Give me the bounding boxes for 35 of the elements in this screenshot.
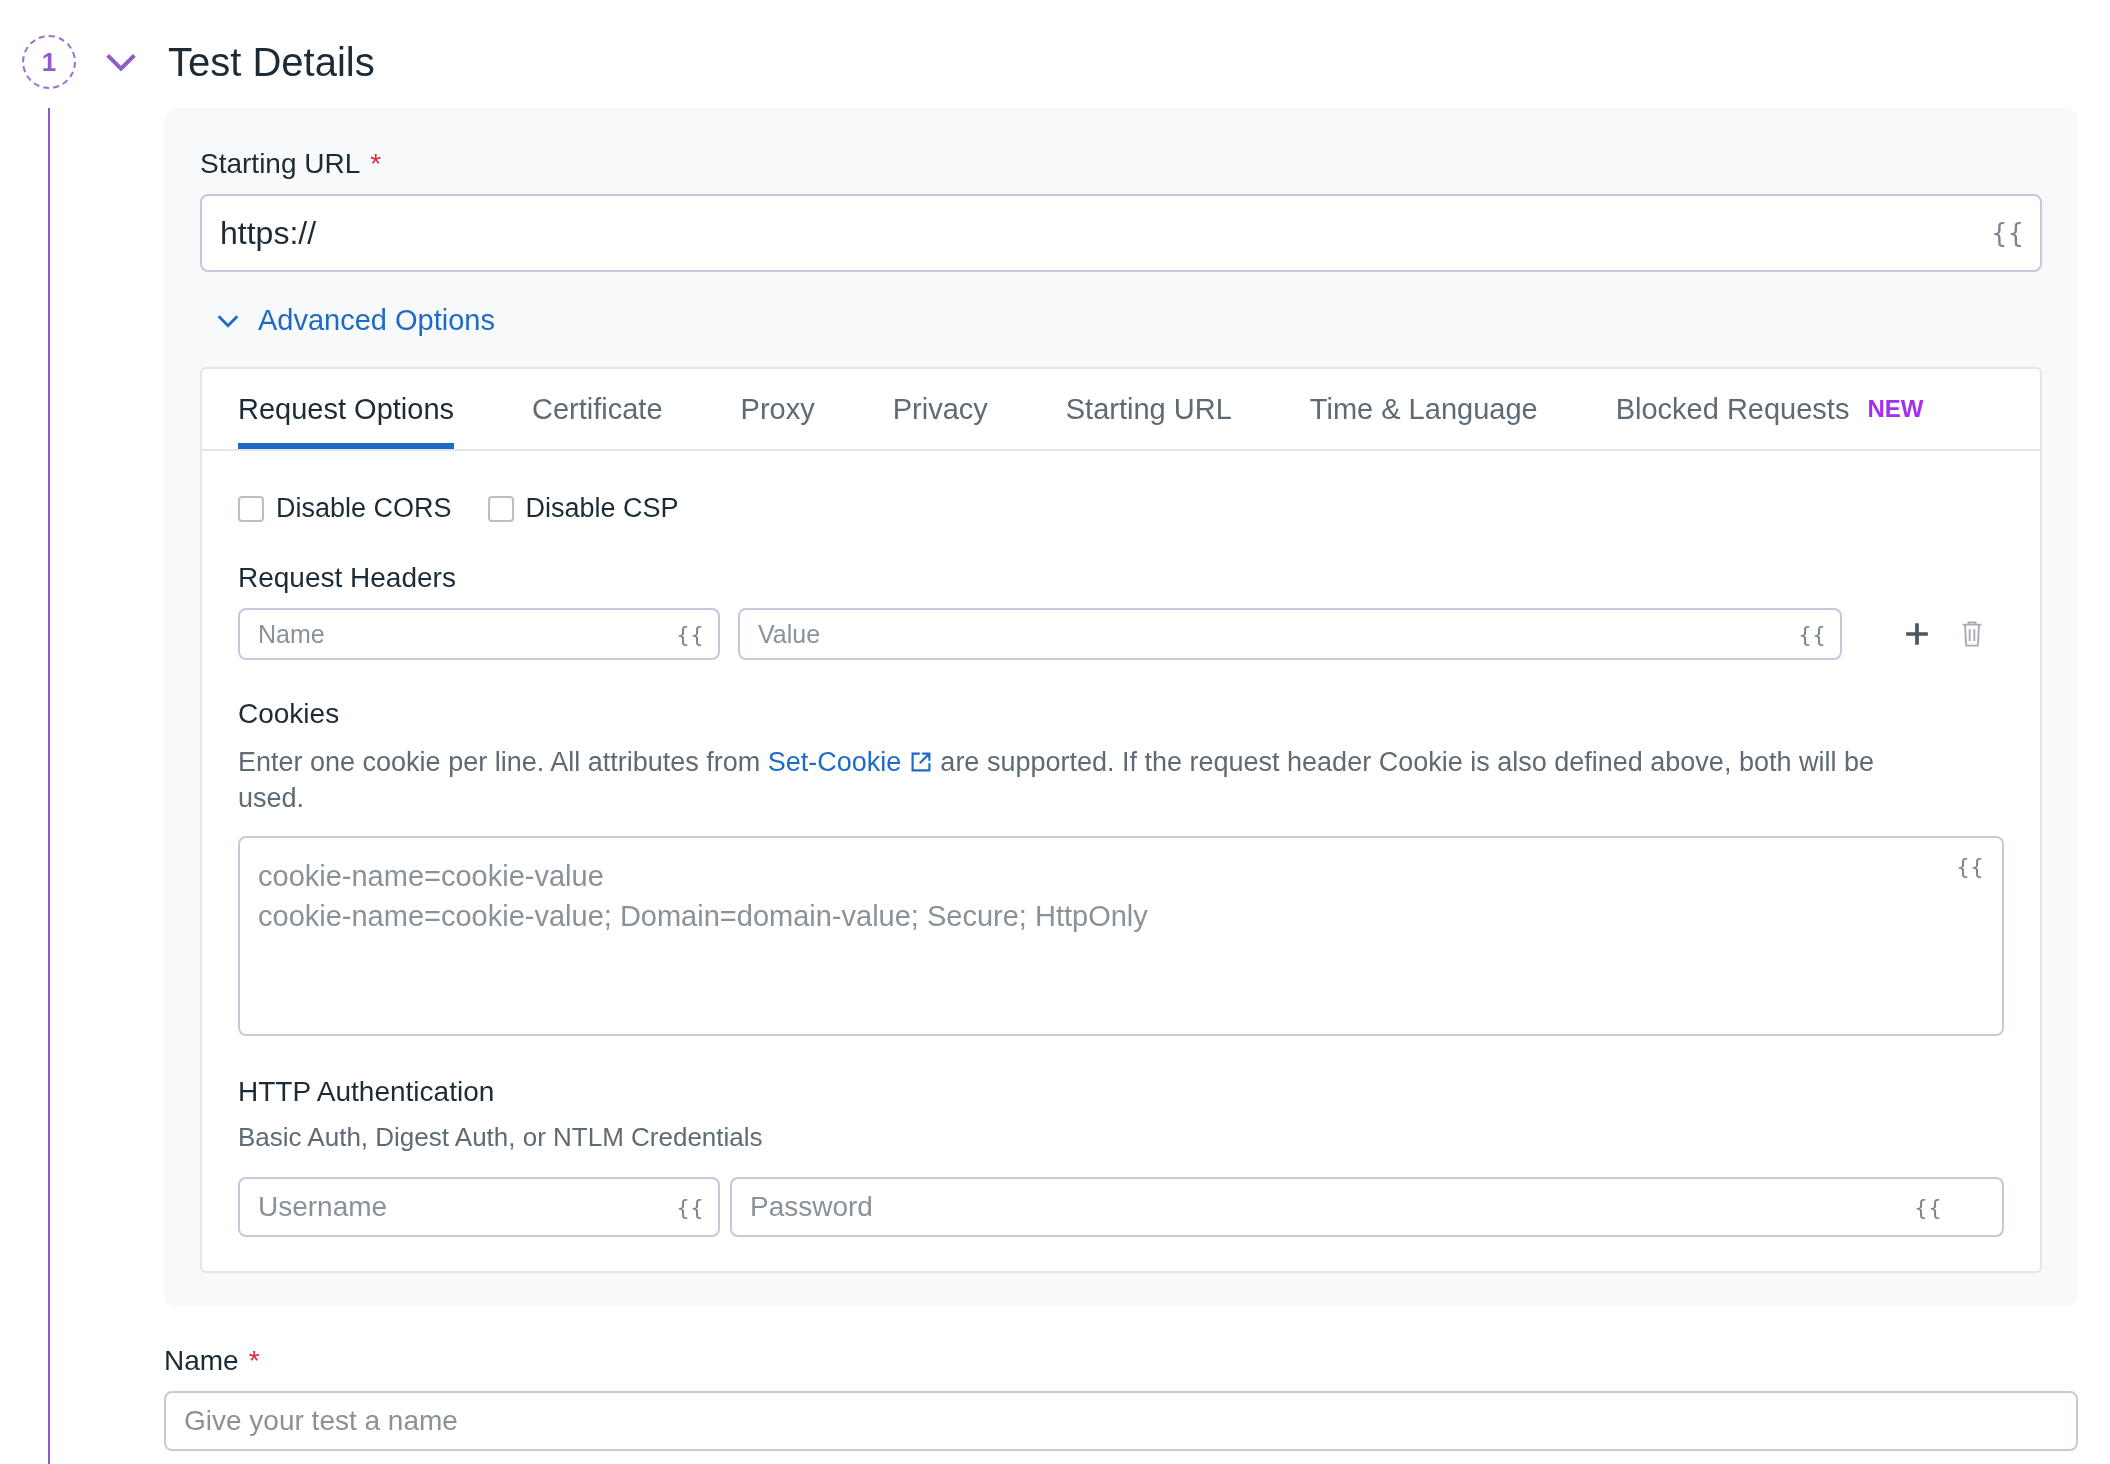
variable-button[interactable]: {{: [1990, 218, 2024, 248]
tab[interactable]: Request Options: [238, 369, 454, 449]
new-label: NEW: [1867, 395, 1924, 423]
tab[interactable]: Time & Language: [1309, 369, 1538, 449]
add-icon[interactable]: [1904, 621, 1930, 647]
variable-button[interactable]: {{: [676, 621, 704, 647]
variable-button[interactable]: {{: [676, 1194, 704, 1220]
step-number: 1: [22, 35, 76, 89]
section-label: Cookies: [238, 698, 341, 730]
set-cookie-link[interactable]: Set-Cookie: [767, 747, 933, 777]
checkbox[interactable]: [238, 495, 264, 522]
variable-button[interactable]: {{: [1956, 854, 1984, 879]
checkbox-label: Disable CSP: [525, 493, 679, 524]
checkbox-label: Disable CORS: [276, 493, 452, 524]
section-label: Request Headers: [238, 562, 457, 594]
test-name-field[interactable]: Give your test a name: [164, 1391, 2078, 1451]
tab[interactable]: Privacy: [892, 369, 988, 449]
chevron-icon[interactable]: [216, 313, 240, 328]
field-label: Name: [164, 1345, 239, 1377]
advanced-options-toggle[interactable]: Advanced Options: [258, 304, 495, 337]
checkbox[interactable]: [487, 495, 514, 522]
tab[interactable]: Starting URL: [1065, 369, 1232, 449]
section-label: HTTP Authentication: [238, 1076, 496, 1108]
cookies-description: Enter one cookie per line. All attributes from Set-Cookie are supported. If the request header Cookie is also defined above, both will be used.: [238, 746, 1875, 815]
section-title: Test Details: [168, 39, 375, 85]
chevron-icon[interactable]: [104, 52, 138, 72]
required-mark: *: [370, 148, 382, 180]
variable-button[interactable]: {{: [1798, 621, 1826, 647]
required-mark: *: [248, 1345, 260, 1377]
tab[interactable]: Proxy: [740, 369, 815, 449]
auth-description: Basic Auth, Digest Auth, or NTLM Credentials: [238, 1122, 764, 1153]
tab[interactable]: Certificate: [532, 369, 663, 449]
tab[interactable]: Blocked Requests: [1615, 369, 1850, 449]
variable-button[interactable]: {{: [1914, 1194, 1942, 1220]
field-label: Starting URL: [200, 148, 361, 180]
